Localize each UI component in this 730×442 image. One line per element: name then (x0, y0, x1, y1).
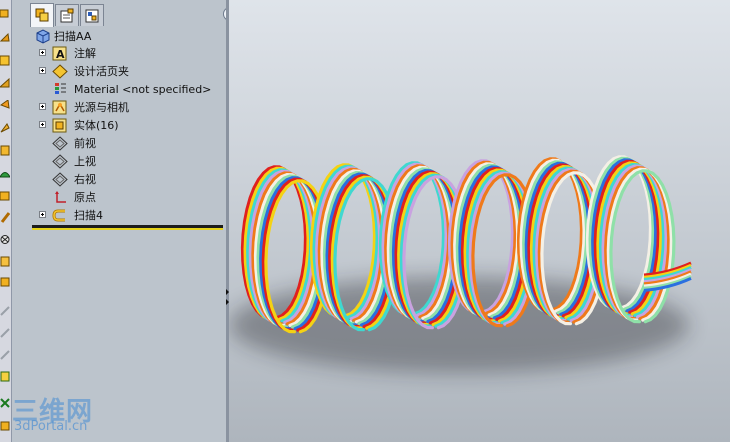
helix-strands (240, 155, 692, 334)
origin-icon (55, 191, 66, 203)
tree-root-label: 扫描AA (54, 30, 92, 43)
disabled-tool-1-icon (0, 306, 10, 317)
extrude-icon[interactable] (0, 8, 10, 19)
tree-item-label: 前视 (74, 137, 96, 150)
property-manager-tab-icon (60, 8, 74, 23)
cut-extrude-icon[interactable] (0, 123, 10, 134)
tree-item-label: 扫描4 (74, 209, 103, 222)
tab-configuration-manager[interactable] (80, 4, 104, 26)
tree-item-label: 光源与相机 (74, 101, 129, 114)
revolve-icon[interactable] (0, 32, 10, 43)
tree-item-label: 右视 (74, 173, 96, 186)
pattern-icon[interactable] (0, 276, 10, 287)
draft-icon[interactable] (0, 256, 10, 267)
disabled-tool-2-icon (0, 328, 10, 339)
disabled-tool-3-icon (0, 350, 10, 361)
rib-icon[interactable] (0, 212, 11, 223)
expand-toggle[interactable] (39, 211, 46, 218)
material-icon (55, 83, 66, 94)
command-toolbar (0, 0, 12, 442)
tree-item-label: 设计活页夹 (74, 65, 129, 78)
boundary-icon[interactable] (0, 99, 10, 111)
annotations-icon: A (52, 46, 67, 61)
feature-manager-tabs: » (18, 0, 237, 28)
expand-toggle[interactable] (39, 49, 46, 56)
sweep-tool-icon[interactable] (0, 55, 10, 66)
tree-item-label: Material <not specified> (74, 83, 212, 96)
plane-icon (52, 172, 68, 187)
reference-geometry-icon[interactable] (0, 398, 10, 409)
feature-tree-tab-icon (35, 8, 49, 22)
twisted-helix-model[interactable] (229, 0, 730, 442)
plane-icon (52, 136, 68, 151)
mirror-icon[interactable] (0, 371, 10, 382)
lights-cameras-icon (52, 100, 67, 115)
sweep-icon (52, 209, 65, 222)
tab-property-manager[interactable] (55, 4, 79, 26)
shell-icon[interactable] (0, 234, 10, 245)
solid-bodies-icon (52, 118, 67, 133)
part-icon (36, 29, 50, 44)
curves-icon[interactable] (0, 420, 10, 431)
graphics-viewport[interactable] (229, 0, 730, 442)
tree-item-label: 实体(16) (74, 119, 119, 132)
configuration-manager-tab-icon (85, 9, 99, 23)
expand-toggle[interactable] (39, 121, 46, 128)
fillet-icon[interactable] (0, 168, 11, 179)
tree-item-label: 原点 (74, 191, 96, 204)
design-binder-icon (52, 64, 68, 79)
loft-icon[interactable] (0, 77, 10, 89)
chamfer-icon[interactable] (0, 190, 10, 201)
expand-toggle[interactable] (39, 103, 46, 110)
tree-item-label: 上视 (74, 155, 96, 168)
plane-icon (52, 154, 68, 169)
tab-feature-tree[interactable] (30, 3, 54, 27)
rollback-bar[interactable] (32, 225, 223, 230)
tree-item-label: 注解 (74, 47, 96, 60)
feature-tree: 扫描AA A 注解 设计活页夹 Material <not specified>… (32, 28, 224, 442)
expand-toggle[interactable] (39, 67, 46, 74)
svg-text:A: A (56, 48, 65, 61)
cut-revolve-icon[interactable] (0, 145, 10, 156)
watermark-url: 3dPortal.cn (14, 419, 88, 434)
